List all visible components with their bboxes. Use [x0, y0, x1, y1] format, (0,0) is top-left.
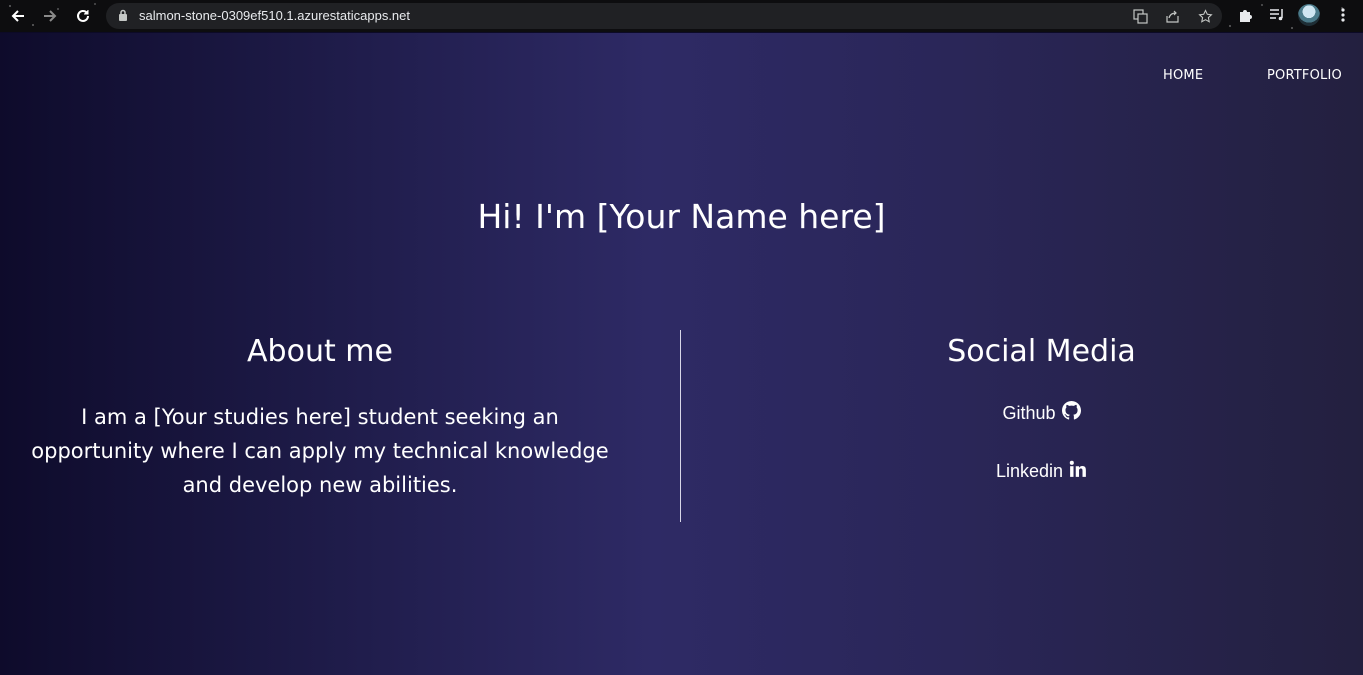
about-text: I am a [Your studies here] student seeki… [31, 405, 609, 497]
linkedin-icon [1069, 460, 1087, 483]
forward-icon[interactable] [38, 4, 62, 28]
github-link[interactable]: Github [1002, 401, 1081, 425]
about-title: About me [247, 334, 393, 369]
linkedin-label: Linkedin [995, 460, 1064, 481]
url-text[interactable]: salmon-stone-0309ef510.1.azurestaticapps… [139, 8, 410, 23]
github-label: Github [1002, 402, 1056, 423]
media-icon[interactable] [1267, 5, 1287, 25]
menu-icon[interactable] [1333, 5, 1353, 25]
browser-toolbar: salmon-stone-0309ef510.1.azurestaticapps… [0, 0, 1363, 32]
section-divider [680, 330, 681, 522]
translate-icon[interactable] [1132, 8, 1148, 24]
back-icon[interactable] [6, 4, 30, 28]
github-icon [1061, 401, 1081, 425]
reload-icon[interactable] [71, 4, 95, 28]
linkedin-link[interactable]: Linkedin [996, 460, 1087, 483]
social-section: Social Media Github Linkedin [720, 330, 1363, 500]
address-bar[interactable]: salmon-stone-0309ef510.1.azurestaticapps… [106, 3, 1222, 29]
social-row-github: Github [720, 384, 1363, 442]
about-section: About me I am a [Your studies here] stud… [0, 330, 640, 502]
extensions-icon[interactable] [1235, 5, 1255, 25]
hero-title: Hi! I'm [Your Name here] [477, 197, 886, 236]
nav-portfolio-link[interactable]: PORTFOLIO [1267, 68, 1342, 83]
social-title: Social Media [947, 334, 1136, 369]
lock-icon[interactable] [118, 9, 128, 27]
page-content: HOME PORTFOLIO Hi! I'm [Your Name here] … [0, 33, 1363, 675]
nav-home-link[interactable]: HOME [1163, 68, 1203, 83]
star-icon[interactable] [1197, 8, 1213, 24]
profile-avatar[interactable] [1298, 4, 1320, 26]
site-nav: HOME PORTFOLIO [0, 68, 1363, 84]
social-row-linkedin: Linkedin [720, 442, 1363, 500]
share-icon[interactable] [1164, 8, 1180, 24]
